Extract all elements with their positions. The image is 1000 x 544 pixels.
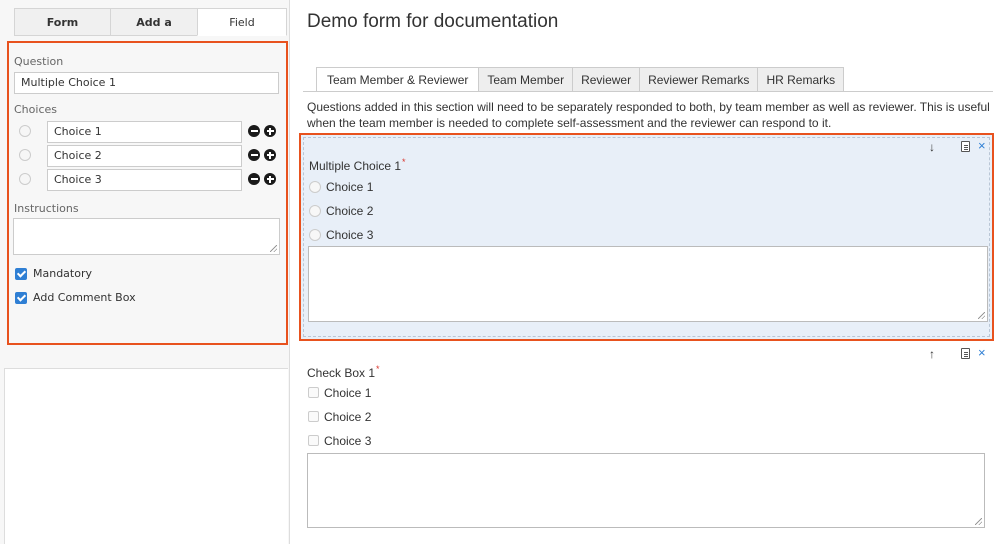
comment-textarea[interactable] — [308, 246, 988, 322]
comment-box-checkbox[interactable] — [15, 292, 27, 304]
tab-form-settings[interactable]: Form Settings — [14, 8, 111, 56]
choice-checkbox[interactable] — [308, 411, 319, 422]
choice-default-radio[interactable] — [19, 173, 31, 185]
choices-label: Choices — [14, 103, 57, 116]
question-title-text: Multiple Choice 1 — [309, 159, 402, 173]
tabs-divider — [303, 91, 993, 92]
choice-radio[interactable] — [309, 181, 321, 193]
field-settings-panel: Question Multiple Choice 1 Choices Choic… — [7, 41, 288, 345]
resize-grip-icon[interactable] — [975, 518, 982, 525]
section-description: Questions added in this section will nee… — [307, 100, 990, 130]
tab-reviewer-remarks[interactable]: Reviewer Remarks — [639, 67, 759, 92]
question-label: Question — [14, 55, 64, 68]
comment-textarea[interactable] — [307, 453, 985, 528]
mandatory-label: Mandatory — [33, 267, 93, 280]
remove-choice-icon[interactable] — [248, 173, 260, 185]
instructions-label: Instructions — [14, 202, 79, 215]
sidebar-empty-area — [4, 368, 288, 544]
tab-team-member-reviewer[interactable]: Team Member & Reviewer — [316, 67, 480, 92]
choice-input[interactable]: Choice 2 — [47, 145, 242, 167]
copy-icon[interactable] — [958, 141, 970, 155]
remove-choice-icon[interactable] — [248, 125, 260, 137]
choice-label: Choice 1 — [324, 386, 372, 400]
choice-radio[interactable] — [309, 205, 321, 217]
question-title: Check Box 1* — [307, 364, 380, 380]
required-asterisk: * — [376, 364, 380, 374]
question-block[interactable]: ↑ × Check Box 1* Choice 1 Choice 2 Choic… — [299, 341, 994, 544]
tab-team-member[interactable]: Team Member — [478, 67, 574, 92]
resize-grip-icon[interactable] — [270, 245, 277, 252]
arrow-up-icon[interactable]: ↑ — [929, 348, 935, 360]
choice-label: Choice 2 — [326, 204, 374, 218]
add-choice-icon[interactable] — [264, 173, 276, 185]
choice-label: Choice 3 — [324, 434, 372, 448]
choice-radio[interactable] — [309, 229, 321, 241]
question-block-selected[interactable]: ↓ × Multiple Choice 1* Choice 1 Choice 2… — [299, 133, 994, 341]
arrow-down-icon[interactable]: ↓ — [929, 141, 935, 153]
question-title: Multiple Choice 1* — [309, 157, 406, 173]
choice-checkbox[interactable] — [308, 435, 319, 446]
tab-reviewer[interactable]: Reviewer — [572, 67, 641, 92]
choice-default-radio[interactable] — [19, 125, 31, 137]
tab-hr-remarks[interactable]: HR Remarks — [757, 67, 845, 92]
choice-default-radio[interactable] — [19, 149, 31, 161]
instructions-textarea[interactable] — [13, 218, 280, 255]
choice-checkbox[interactable] — [308, 387, 319, 398]
close-icon[interactable]: × — [978, 346, 986, 359]
copy-icon[interactable] — [958, 348, 970, 362]
remove-choice-icon[interactable] — [248, 149, 260, 161]
tab-add-a-field[interactable]: Add a Field — [110, 8, 198, 56]
choice-input[interactable]: Choice 1 — [47, 121, 242, 143]
tab-field-settings[interactable]: Field Settings — [197, 8, 287, 56]
choice-label: Choice 3 — [326, 228, 374, 242]
left-panel: Form Settings Add a Field Field Settings… — [0, 0, 290, 544]
choice-input[interactable]: Choice 3 — [47, 169, 242, 191]
close-icon[interactable]: × — [978, 139, 986, 152]
mandatory-checkbox[interactable] — [15, 268, 27, 280]
question-input[interactable]: Multiple Choice 1 — [14, 72, 279, 94]
resize-grip-icon[interactable] — [978, 312, 985, 319]
section-tabs: Team Member & Reviewer Team Member Revie… — [316, 67, 845, 92]
choice-label: Choice 1 — [326, 180, 374, 194]
comment-box-label: Add Comment Box — [33, 291, 136, 304]
question-title-text: Check Box 1 — [307, 366, 376, 380]
add-choice-icon[interactable] — [264, 149, 276, 161]
choice-label: Choice 2 — [324, 410, 372, 424]
sidebar-tabs: Form Settings Add a Field Field Settings — [14, 8, 287, 56]
required-asterisk: * — [402, 157, 406, 167]
add-choice-icon[interactable] — [264, 125, 276, 137]
form-title: Demo form for documentation — [307, 11, 559, 32]
